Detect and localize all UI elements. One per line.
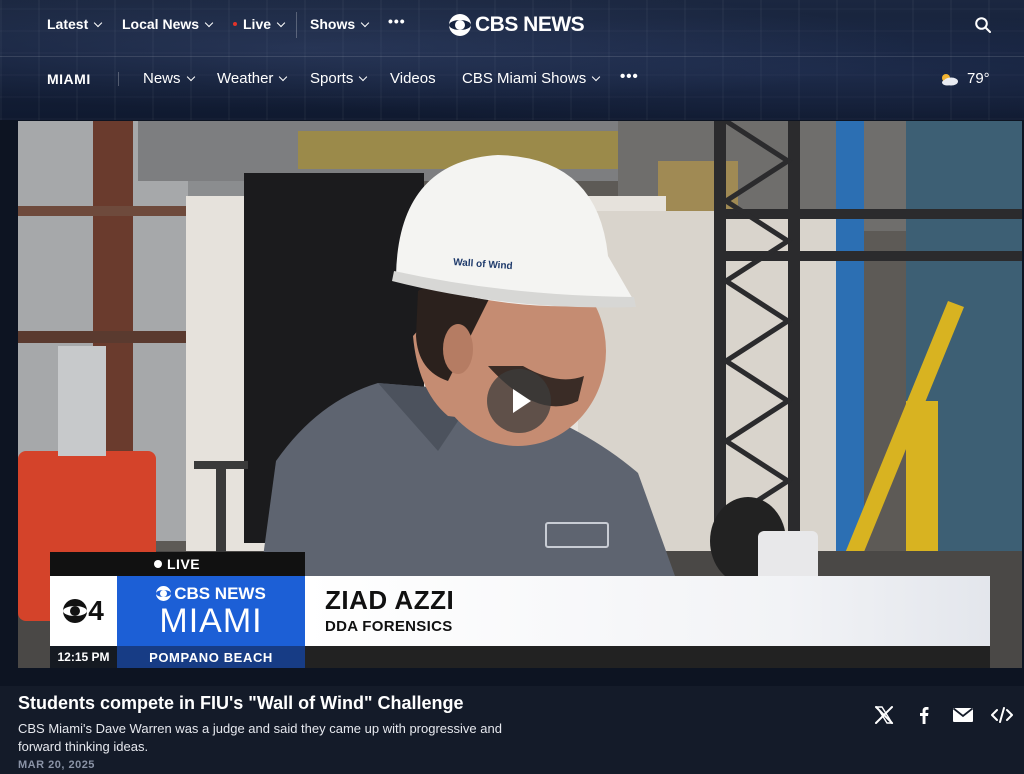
cbs-news-logo[interactable]: CBS NEWS [449, 13, 585, 37]
chevron-down-icon [204, 18, 214, 27]
chevron-down-icon [279, 72, 288, 82]
speaker-title: DDA FORENSICS [325, 618, 453, 635]
chevron-down-icon [359, 72, 368, 82]
live-tag-label: LIVE [167, 556, 201, 572]
search-icon[interactable] [975, 17, 991, 33]
share-embed-button[interactable] [991, 704, 1013, 726]
subnav-videos[interactable]: Videos [390, 70, 436, 87]
live-dot-icon [233, 22, 237, 26]
channel-logo: 4 [50, 576, 117, 646]
subnav-divider [118, 72, 119, 86]
subnav-cbs-miami-shows[interactable]: CBS Miami Shows [462, 70, 601, 87]
publish-date: MAR 20, 2025 [18, 759, 95, 771]
logo-text: CBS NEWS [475, 13, 585, 36]
nav-local-news[interactable]: Local News [122, 16, 214, 32]
subnav-sports[interactable]: Sports [310, 70, 368, 87]
nav-live[interactable]: Live [233, 16, 286, 32]
subnav-news[interactable]: News [143, 70, 195, 87]
more-icon: ••• [620, 68, 639, 85]
embed-icon [991, 707, 1013, 723]
cbs-eye-icon [449, 14, 471, 36]
share-x-button[interactable] [873, 704, 895, 726]
cbs-news-miami-brand: CBS NEWS MIAMI [117, 576, 305, 646]
subnav-news-label: News [143, 70, 181, 87]
subnav-more-button[interactable]: ••• [620, 68, 639, 85]
cbs-eye-icon [156, 585, 172, 601]
station-name[interactable]: MIAMI [47, 71, 91, 87]
subnav-videos-label: Videos [390, 70, 436, 87]
nav-live-label: Live [243, 16, 272, 32]
cbs-eye-icon [63, 599, 88, 623]
video-player[interactable]: Wall of Wind LIVE 4 CBS NEWS MIAMI ZIAD [18, 121, 1022, 668]
partly-cloudy-icon [942, 73, 958, 85]
x-icon [875, 706, 894, 724]
chevron-down-icon [360, 18, 370, 27]
subnav-weather-label: Weather [217, 70, 274, 87]
subnav-sports-label: Sports [310, 70, 354, 87]
speaker-name: ZIAD AZZI [325, 585, 455, 615]
subnav-shows-label: CBS Miami Shows [462, 70, 587, 87]
live-tag: LIVE [50, 552, 305, 576]
channel-number: 4 [88, 595, 104, 626]
chevron-down-icon [186, 72, 195, 82]
lower-third-bar [305, 646, 990, 668]
video-headline[interactable]: Students compete in FIU's "Wall of Wind"… [18, 693, 464, 714]
facebook-icon [920, 707, 929, 724]
nav-local-news-label: Local News [122, 16, 200, 32]
video-summary: CBS Miami's Dave Warren was a judge and … [18, 721, 502, 754]
play-button[interactable] [487, 369, 551, 433]
live-dot-icon [154, 560, 162, 568]
chevron-down-icon [276, 18, 286, 27]
brand-city-text: MIAMI [159, 601, 263, 640]
speaker-name-box: ZIAD AZZI DDA FORENSICS [305, 576, 990, 646]
lower-third: LIVE 4 CBS NEWS MIAMI ZIAD AZZI DDA FORE… [50, 552, 990, 668]
nav-shows[interactable]: Shows [310, 16, 370, 32]
temperature: 79° [967, 70, 990, 87]
top-nav: Latest Local News Live Shows ••• CBS NEW… [0, 0, 1024, 52]
share-facebook-button[interactable] [913, 704, 935, 726]
more-icon: ••• [388, 13, 406, 29]
chevron-down-icon [591, 72, 601, 82]
weather-widget[interactable]: 79° [939, 70, 990, 87]
broadcast-time: 12:15 PM [50, 646, 117, 668]
brand-top-text: CBS NEWS [174, 583, 266, 603]
subnav-weather[interactable]: Weather [217, 70, 288, 87]
share-email-button[interactable] [952, 704, 974, 726]
station-label: MIAMI [47, 71, 91, 87]
sub-nav: MIAMI News Weather Sports Videos CBS Mia… [0, 56, 1024, 102]
nav-latest[interactable]: Latest [47, 16, 103, 32]
broadcast-location: POMPANO BEACH [117, 646, 305, 668]
nav-shows-label: Shows [310, 16, 356, 32]
email-icon [953, 707, 973, 722]
chevron-down-icon [93, 18, 103, 27]
nav-latest-label: Latest [47, 16, 89, 32]
nav-more-button[interactable]: ••• [388, 13, 406, 29]
nav-divider [296, 12, 297, 38]
